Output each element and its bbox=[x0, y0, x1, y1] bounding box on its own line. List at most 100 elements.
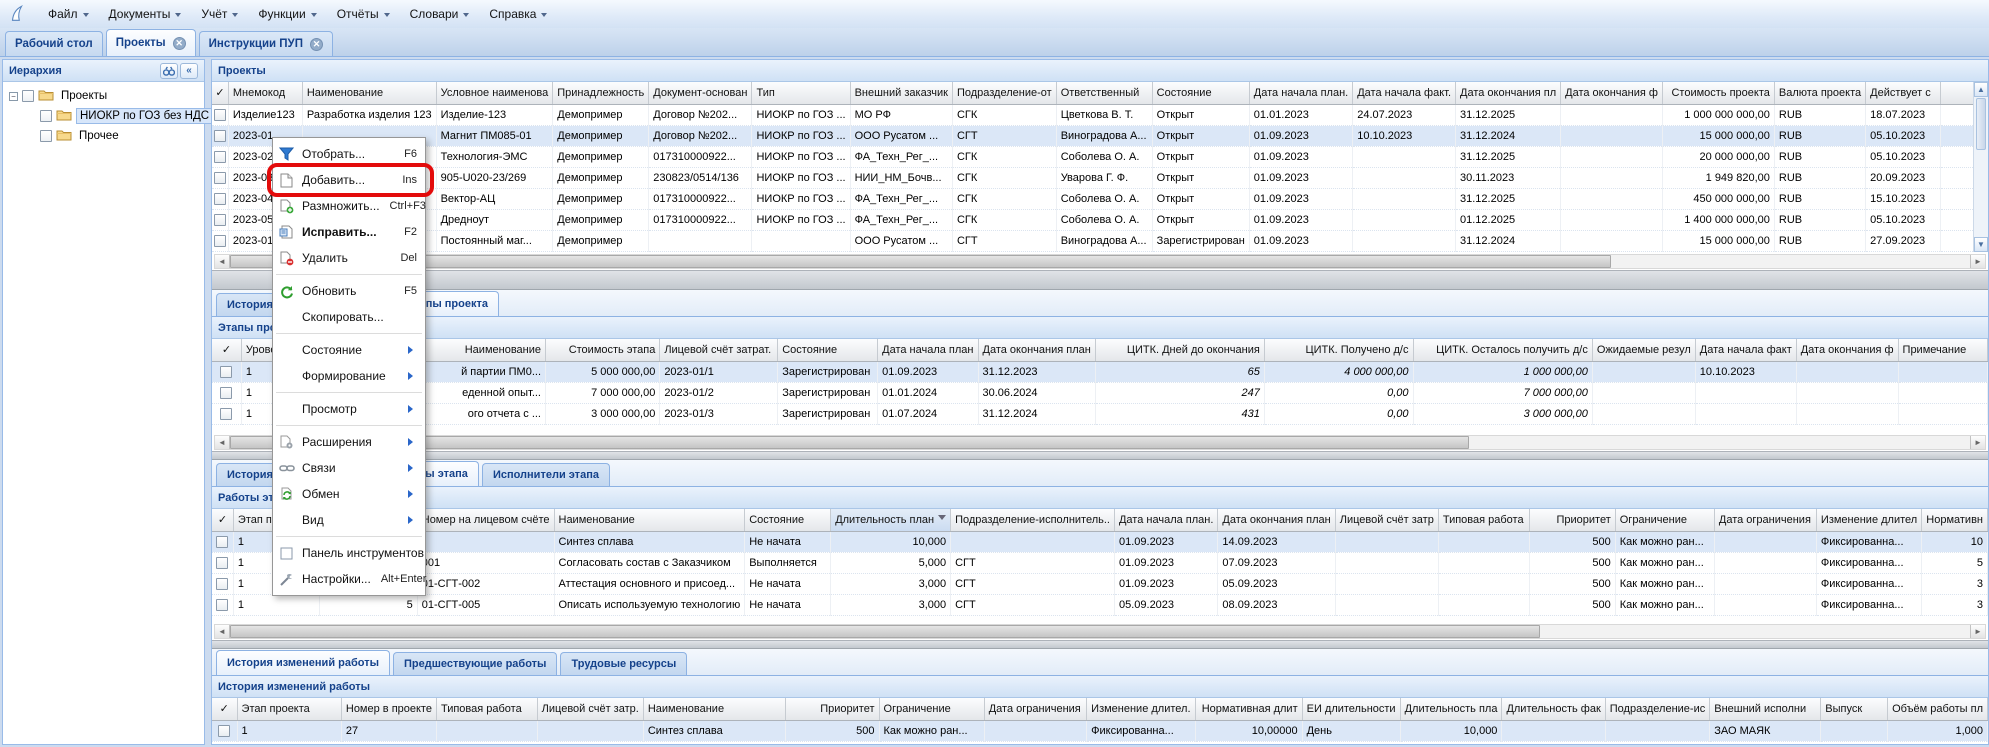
grid-cell[interactable]: 3 000 000,00 bbox=[1413, 403, 1592, 424]
grid-cell[interactable]: Демопример bbox=[553, 230, 649, 251]
projects-row-5[interactable]: 2023-05ДредноутДемопример017310000922...… bbox=[212, 209, 1988, 230]
works-row-3[interactable]: 1501-СГТ-005Описать используемую техноло… bbox=[212, 594, 1988, 615]
history-column-header-5[interactable]: Наименование bbox=[643, 698, 785, 720]
grid-cell[interactable]: 2023-01/1 bbox=[660, 361, 778, 382]
grid-cell[interactable]: 3 000 000,00 bbox=[546, 403, 660, 424]
grid-cell[interactable] bbox=[1898, 361, 1987, 382]
grid-cell[interactable]: 27 bbox=[341, 720, 436, 741]
stages-row-0[interactable]: 1й партии ПМ0...5 000 000,002023-01/1Зар… bbox=[212, 361, 1988, 382]
projects-column-header-5[interactable]: Документ-основан bbox=[649, 82, 752, 104]
grid-cell[interactable] bbox=[1335, 573, 1438, 594]
grid-cell[interactable]: 31.12.2024 bbox=[978, 403, 1095, 424]
close-icon[interactable]: ✕ bbox=[310, 38, 323, 51]
works-column-header-11[interactable]: Типовая работа bbox=[1438, 509, 1529, 531]
menubar-item-2[interactable]: Учёт bbox=[191, 2, 248, 26]
menubar-item-6[interactable]: Справка bbox=[479, 2, 557, 26]
grid-cell[interactable]: Открыт bbox=[1152, 125, 1249, 146]
grid-cell[interactable]: 905-U020-23/269 bbox=[436, 167, 553, 188]
grid-cell[interactable] bbox=[1592, 382, 1695, 403]
grid-cell[interactable]: НИОКР по ГОЗ ... bbox=[752, 146, 850, 167]
menubar-item-5[interactable]: Словари bbox=[400, 2, 480, 26]
history-column-header-16[interactable]: Выпуск bbox=[1821, 698, 1888, 720]
works-row-2[interactable]: 1201-СГТ-002Аттестация основного и присо… bbox=[212, 573, 1988, 594]
grid-cell[interactable]: Синтез сплава bbox=[643, 720, 785, 741]
context-menu-item-обмен[interactable]: Обмен bbox=[273, 481, 425, 507]
context-menu-item-панельинструментов[interactable]: Панель инструментов bbox=[273, 540, 425, 566]
grid-cell[interactable]: 30.11.2023 bbox=[1456, 167, 1561, 188]
projects-vertical-scrollbar[interactable]: ▲ ▼ bbox=[1973, 82, 1988, 252]
tree-expander-icon[interactable]: − bbox=[9, 92, 18, 101]
history-column-header-15[interactable]: Внешний исполни bbox=[1710, 698, 1821, 720]
projects-row-3[interactable]: 2023-03905-U020-23/269Демопример230823/0… bbox=[212, 167, 1988, 188]
grid-cell[interactable]: Открыт bbox=[1152, 146, 1249, 167]
row-checkbox-cell[interactable] bbox=[212, 104, 228, 125]
menubar-item-4[interactable]: Отчёты bbox=[327, 2, 400, 26]
grid-cell[interactable]: 01.09.2023 bbox=[1249, 188, 1352, 209]
grid-cell[interactable]: 500 bbox=[1529, 594, 1615, 615]
grid-cell[interactable]: 20.09.2023 bbox=[1866, 167, 1941, 188]
grid-cell[interactable]: День bbox=[1302, 720, 1400, 741]
row-checkbox[interactable] bbox=[214, 172, 226, 184]
row-checkbox[interactable] bbox=[214, 214, 226, 226]
row-checkbox[interactable] bbox=[220, 387, 232, 399]
scroll-down-icon[interactable]: ▼ bbox=[1974, 237, 1988, 252]
grid-cell[interactable]: 01.01.2023 bbox=[1249, 104, 1352, 125]
history-select-all-header[interactable]: ✓ bbox=[212, 698, 237, 720]
grid-cell[interactable] bbox=[436, 720, 537, 741]
history-column-header-2[interactable]: Номер в проекте bbox=[341, 698, 436, 720]
grid-cell[interactable]: Демопример bbox=[553, 209, 649, 230]
projects-column-header-14[interactable]: Дата окончания ф bbox=[1561, 82, 1663, 104]
grid-cell[interactable] bbox=[1898, 403, 1987, 424]
grid-cell[interactable] bbox=[649, 230, 752, 251]
grid-cell[interactable]: 01.09.2023 bbox=[1249, 146, 1352, 167]
grid-cell[interactable]: НИОКР по ГОЗ ... bbox=[752, 125, 850, 146]
projects-select-all-header[interactable]: ✓ bbox=[212, 82, 228, 104]
grid-cell[interactable]: Синтез сплава bbox=[554, 531, 745, 552]
projects-column-header-4[interactable]: Принадлежность bbox=[553, 82, 649, 104]
close-icon[interactable]: ✕ bbox=[173, 37, 186, 50]
works-column-header-8[interactable]: Дата начала план. bbox=[1114, 509, 1217, 531]
stages-row-1[interactable]: 1еденной опыт...7 000 000,002023-01/2Зар… bbox=[212, 382, 1988, 403]
context-menu-item-отобрать[interactable]: Отобрать...F6 bbox=[273, 141, 425, 167]
projects-column-header-8[interactable]: Подразделение-от bbox=[952, 82, 1056, 104]
history-column-header-9[interactable]: Изменение длител. bbox=[1087, 698, 1195, 720]
grid-cell[interactable]: 27.09.2023 bbox=[1866, 230, 1941, 251]
grid-cell[interactable] bbox=[1796, 361, 1898, 382]
grid-cell[interactable]: Уварова Г. Ф. bbox=[1056, 167, 1152, 188]
tree-node-0[interactable]: −Проекты bbox=[5, 86, 202, 106]
row-checkbox[interactable] bbox=[214, 235, 226, 247]
works-column-header-9[interactable]: Дата окончания план bbox=[1218, 509, 1335, 531]
projects-column-header-2[interactable]: Наименование bbox=[302, 82, 436, 104]
grid-cell[interactable]: 1 bbox=[233, 594, 319, 615]
grid-cell[interactable]: ФА_Техн_Рег_... bbox=[850, 209, 952, 230]
grid-cell[interactable]: 10,000 bbox=[831, 531, 951, 552]
grid-cell[interactable] bbox=[1353, 230, 1456, 251]
grid-cell[interactable] bbox=[1335, 531, 1438, 552]
grid-cell[interactable] bbox=[1561, 167, 1663, 188]
grid-cell[interactable]: 017310000922... bbox=[649, 188, 752, 209]
grid-cell[interactable]: 017310000922... bbox=[649, 146, 752, 167]
stages-column-header-3[interactable]: Стоимость этапа bbox=[546, 339, 660, 361]
grid-cell[interactable]: Открыт bbox=[1152, 188, 1249, 209]
history-column-header-8[interactable]: Дата ограничения bbox=[984, 698, 1086, 720]
grid-cell[interactable] bbox=[1592, 403, 1695, 424]
grid-cell[interactable]: Договор №202... bbox=[649, 125, 752, 146]
grid-cell[interactable]: 4 000 000,00 bbox=[1264, 361, 1413, 382]
history-column-header-7[interactable]: Ограничение bbox=[879, 698, 984, 720]
grid-cell[interactable]: 10 bbox=[1922, 531, 1988, 552]
grid-cell[interactable]: RUB bbox=[1774, 167, 1865, 188]
row-checkbox-cell[interactable] bbox=[212, 361, 241, 382]
row-checkbox[interactable] bbox=[214, 130, 226, 142]
grid-cell[interactable]: 01-СГТ-005 bbox=[417, 594, 554, 615]
grid-cell[interactable] bbox=[1353, 167, 1456, 188]
grid-cell[interactable]: Изделие123 bbox=[228, 104, 302, 125]
row-checkbox-cell[interactable] bbox=[212, 382, 241, 403]
main-tab-1[interactable]: Проекты✕ bbox=[106, 29, 196, 56]
grid-cell[interactable]: СГТ bbox=[951, 552, 1115, 573]
grid-cell[interactable]: 2023-01/2 bbox=[660, 382, 778, 403]
row-checkbox-cell[interactable] bbox=[212, 594, 233, 615]
grid-cell[interactable]: Демопример bbox=[553, 167, 649, 188]
projects-column-header-13[interactable]: Дата окончания пл bbox=[1456, 82, 1561, 104]
projects-column-header-6[interactable]: Тип bbox=[752, 82, 850, 104]
grid-cell[interactable]: 20 000 000,00 bbox=[1662, 146, 1774, 167]
